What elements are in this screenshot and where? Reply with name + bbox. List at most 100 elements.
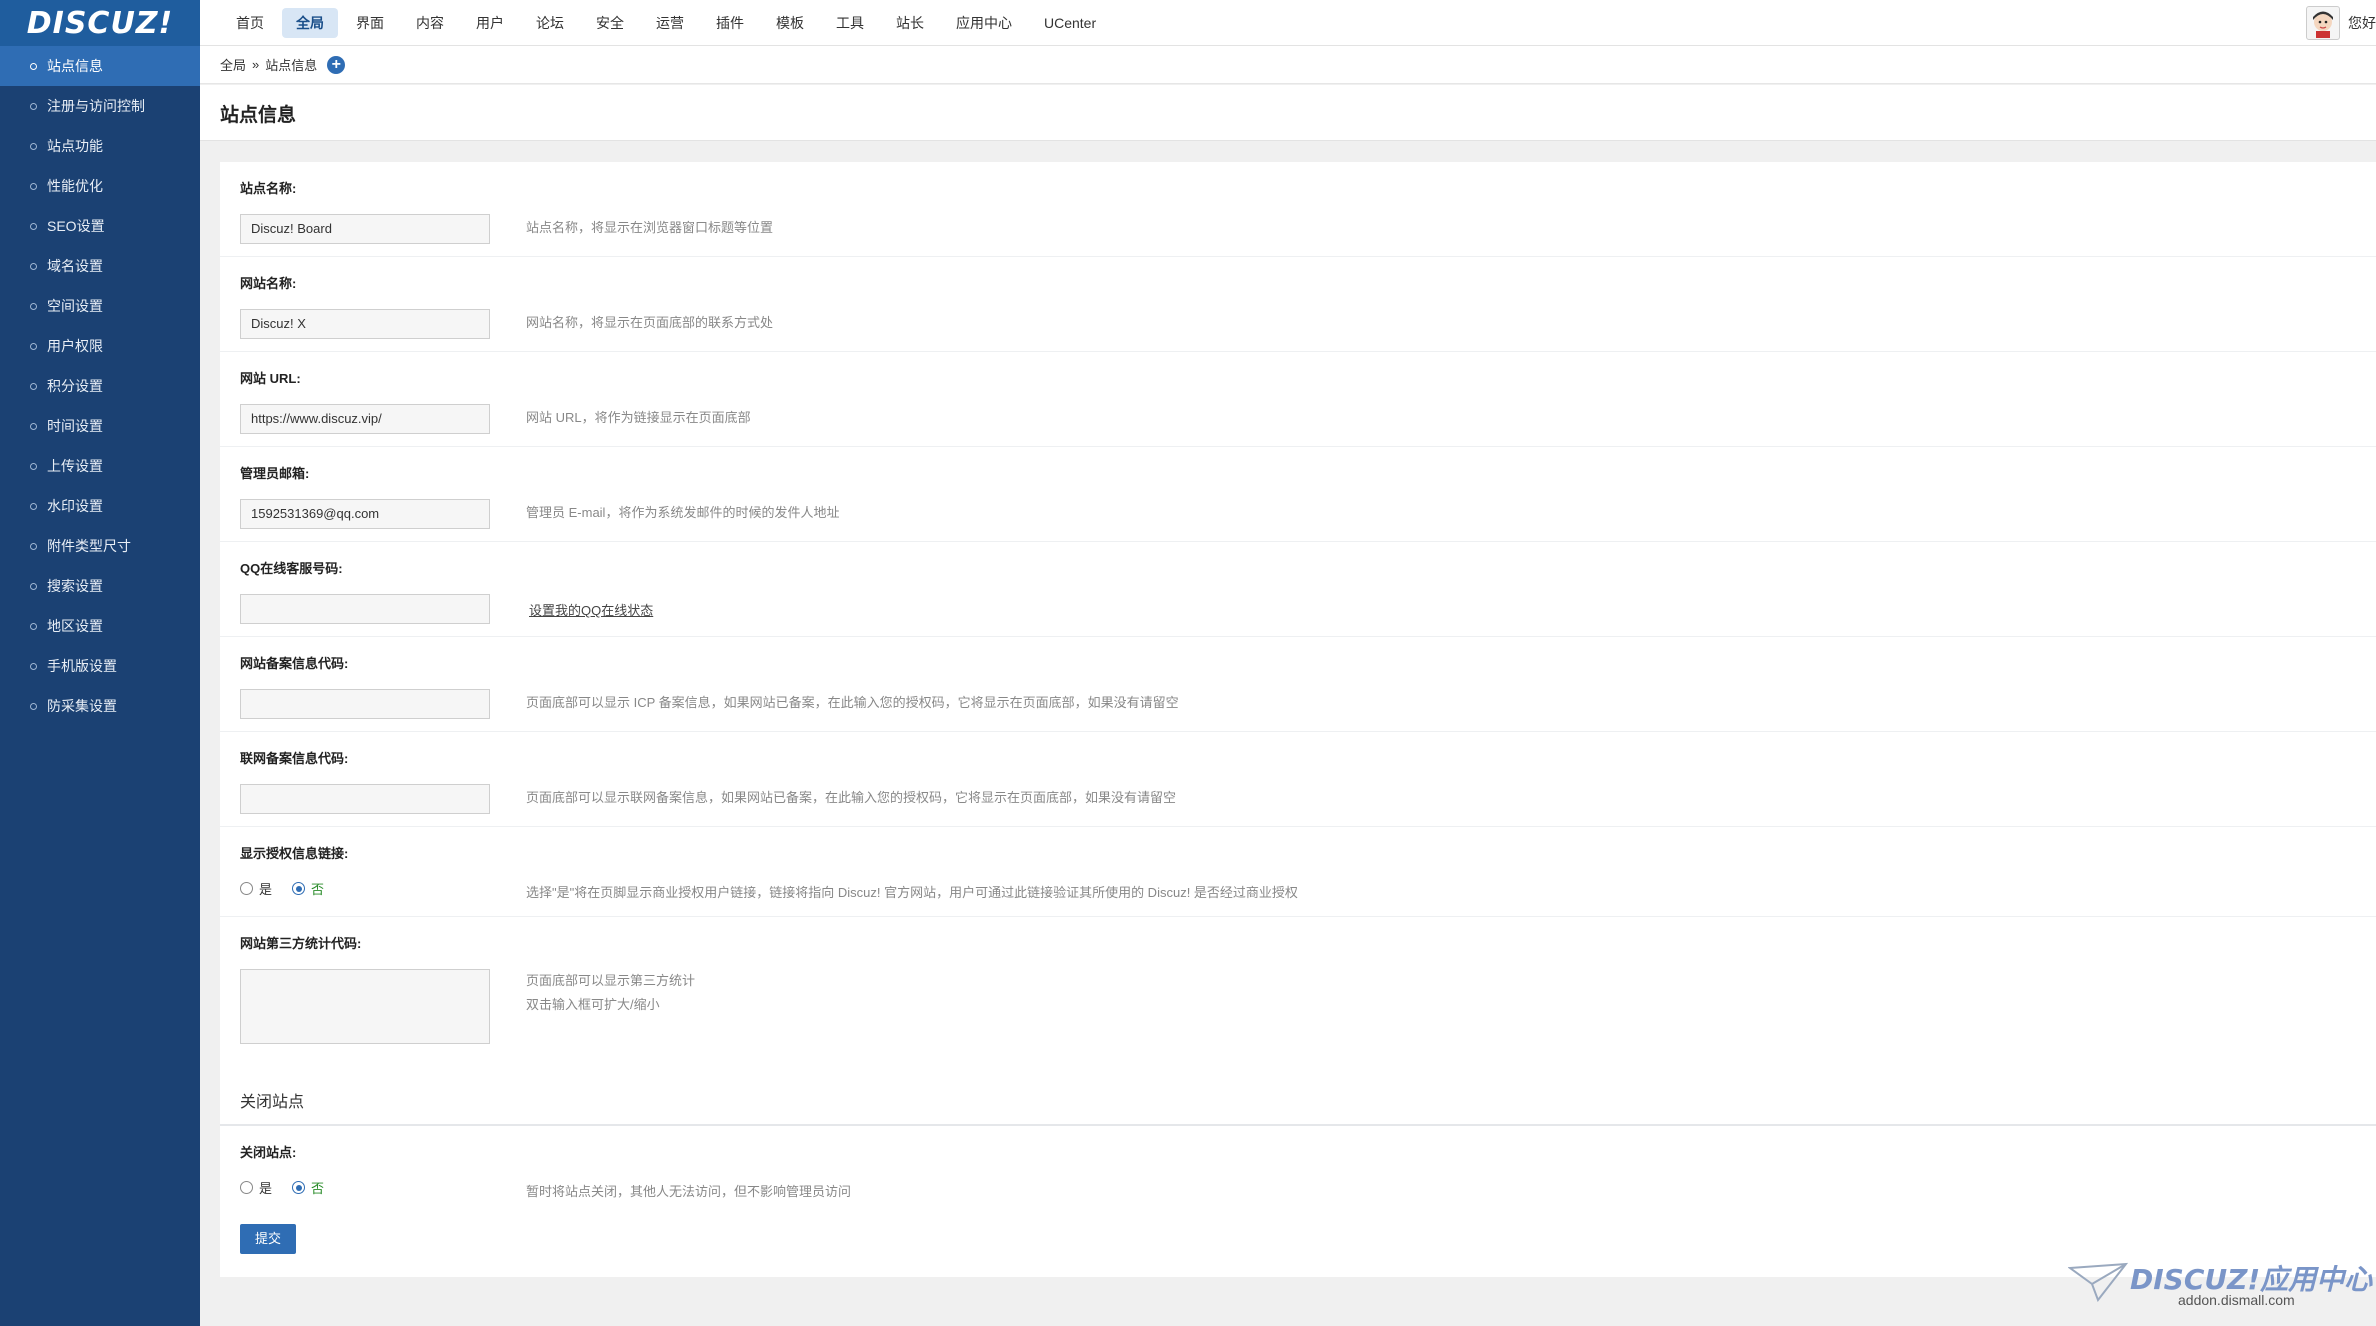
- sidebar-item-anti-scrape[interactable]: 防采集设置: [0, 686, 200, 726]
- field-label: 管理员邮箱:: [240, 466, 310, 481]
- stat-code-textarea[interactable]: [240, 969, 490, 1044]
- sidebar-item-upload[interactable]: 上传设置: [0, 446, 200, 486]
- field-description: 管理员 E-mail，将作为系统发邮件的时候的发件人地址: [526, 505, 840, 520]
- sidebar-item-region[interactable]: 地区设置: [0, 606, 200, 646]
- nav-item-tools[interactable]: 工具: [822, 8, 878, 38]
- qq-status-link[interactable]: 设置我的QQ在线状态: [529, 600, 653, 619]
- nav-item-security[interactable]: 安全: [582, 8, 638, 38]
- radio-label-yes[interactable]: 是: [259, 1178, 272, 1197]
- nav-item-admin[interactable]: 站长: [882, 8, 938, 38]
- breadcrumb-current: 站点信息: [265, 58, 318, 73]
- nav-item-template[interactable]: 模板: [762, 8, 818, 38]
- nav-item-content[interactable]: 内容: [402, 8, 458, 38]
- form-row-admin-email: 管理员邮箱: 1592531369@qq.com 管理员 E-mail，将作为系…: [220, 447, 2376, 542]
- bullet-icon: [30, 102, 37, 110]
- discuz-logo[interactable]: DISCUZ!: [0, 0, 200, 46]
- sidebar-item-label: 空间设置: [47, 298, 103, 314]
- close-site-section-header: 关闭站点: [220, 1072, 2376, 1126]
- license-link-no-radio[interactable]: [292, 882, 306, 895]
- sidebar-item-domain[interactable]: 域名设置: [0, 246, 200, 286]
- nav-item-plugin[interactable]: 插件: [702, 8, 758, 38]
- field-description: 网站名称，将显示在页面底部的联系方式处: [526, 315, 774, 330]
- radio-label-no[interactable]: 否: [311, 1178, 324, 1197]
- form-row-stat-code: 网站第三方统计代码: 页面底部可以显示第三方统计 双击输入框可扩大/缩小: [220, 917, 2376, 1072]
- field-description: 网站 URL，将作为链接显示在页面底部: [526, 410, 751, 425]
- site-name-input[interactable]: Discuz! Board: [240, 214, 490, 244]
- nav-item-ui[interactable]: 界面: [342, 8, 398, 38]
- bullet-icon: [30, 382, 37, 390]
- sidebar-item-permissions[interactable]: 用户权限: [0, 326, 200, 366]
- bullet-icon: [30, 422, 37, 430]
- radio-label-yes[interactable]: 是: [259, 879, 272, 898]
- admin-email-input[interactable]: 1592531369@qq.com: [240, 499, 490, 529]
- nav-item-global[interactable]: 全局: [282, 8, 338, 38]
- web-name-input[interactable]: Discuz! X: [240, 309, 490, 339]
- top-nav: 首页 全局 界面 内容 用户 论坛 安全 运营 插件 模板 工具 站长 应用中心…: [222, 8, 1110, 38]
- discuz-app-center-watermark: DISCUZ!应用中心 addon.dismall.com: [2068, 1258, 2372, 1308]
- watermark-url: addon.dismall.com: [2178, 1292, 2295, 1308]
- field-label: 关闭站点:: [240, 1145, 297, 1160]
- nav-item-ucenter[interactable]: UCenter: [1030, 8, 1110, 38]
- avatar[interactable]: [2306, 6, 2340, 40]
- bullet-icon: [30, 302, 37, 310]
- sidebar-item-label: 防采集设置: [47, 698, 117, 714]
- form-row-site-name: 站点名称: Discuz! Board 站点名称，将显示在浏览器窗口标题等位置: [220, 162, 2376, 257]
- sidebar: 站点信息 注册与访问控制 站点功能 性能优化 SEO设置 域名设置 空间设置 用…: [0, 46, 200, 1326]
- field-description: 页面底部可以显示第三方统计: [526, 973, 696, 988]
- qq-input[interactable]: [240, 594, 490, 624]
- field-label: 网站名称:: [240, 276, 297, 291]
- sidebar-item-attachment-types[interactable]: 附件类型尺寸: [0, 526, 200, 566]
- sidebar-item-credits[interactable]: 积分设置: [0, 366, 200, 406]
- sidebar-item-label: 水印设置: [47, 498, 103, 514]
- bullet-icon: [30, 622, 37, 630]
- nav-item-user[interactable]: 用户: [462, 8, 518, 38]
- close-site-no-radio[interactable]: [292, 1181, 306, 1194]
- sidebar-item-register[interactable]: 注册与访问控制: [0, 86, 200, 126]
- bullet-icon: [30, 222, 37, 230]
- nav-item-app-center[interactable]: 应用中心: [942, 8, 1026, 38]
- form-row-license-link: 显示授权信息链接: 是 否 选择"是"将在页脚显示商业授权用户链接，链接将指向 …: [220, 827, 2376, 917]
- user-greeting[interactable]: 您好: [2348, 13, 2376, 33]
- sidebar-item-mobile[interactable]: 手机版设置: [0, 646, 200, 686]
- user-avatar-icon: [2313, 11, 2333, 38]
- bullet-icon: [30, 182, 37, 190]
- nav-item-forum[interactable]: 论坛: [522, 8, 578, 38]
- field-description: 页面底部可以显示 ICP 备案信息，如果网站已备案，在此输入您的授权码，它将显示…: [526, 695, 1179, 710]
- bullet-icon: [30, 702, 37, 710]
- sidebar-item-time[interactable]: 时间设置: [0, 406, 200, 446]
- form-row-web-name: 网站名称: Discuz! X 网站名称，将显示在页面底部的联系方式处: [220, 257, 2376, 352]
- sidebar-item-label: 时间设置: [47, 418, 103, 434]
- mps-input[interactable]: [240, 784, 490, 814]
- sidebar-item-seo[interactable]: SEO设置: [0, 206, 200, 246]
- add-shortcut-plus-icon[interactable]: +: [327, 55, 346, 74]
- radio-label-no[interactable]: 否: [311, 879, 324, 898]
- sidebar-item-site-info[interactable]: 站点信息: [0, 46, 200, 86]
- title-bar: 站点信息: [200, 85, 2376, 141]
- nav-item-operation[interactable]: 运营: [642, 8, 698, 38]
- bullet-icon: [30, 262, 37, 270]
- form-row-close-site: 关闭站点: 是 否 暂时将站点关闭，其他人无法访问，但不影响管理员访问: [220, 1126, 2376, 1216]
- field-label: 网站第三方统计代码:: [240, 936, 362, 951]
- sidebar-item-site-features[interactable]: 站点功能: [0, 126, 200, 166]
- sidebar-item-performance[interactable]: 性能优化: [0, 166, 200, 206]
- bullet-icon: [30, 342, 37, 350]
- site-url-input[interactable]: https://www.discuz.vip/: [240, 404, 490, 434]
- sidebar-item-watermark[interactable]: 水印设置: [0, 486, 200, 526]
- bullet-icon: [30, 542, 37, 550]
- sidebar-item-space[interactable]: 空间设置: [0, 286, 200, 326]
- field-label: 显示授权信息链接:: [240, 846, 349, 861]
- bullet-icon: [30, 142, 37, 150]
- icp-input[interactable]: [240, 689, 490, 719]
- sidebar-item-search[interactable]: 搜索设置: [0, 566, 200, 606]
- logo-text: DISCUZ!: [26, 5, 174, 41]
- breadcrumb-separator: »: [252, 57, 260, 72]
- license-link-yes-radio[interactable]: [240, 882, 253, 895]
- breadcrumb-root[interactable]: 全局: [220, 55, 246, 74]
- sidebar-item-label: 上传设置: [47, 458, 103, 474]
- top-bar: DISCUZ! 首页 全局 界面 内容 用户 论坛 安全 运营 插件 模板 工具…: [0, 0, 2376, 46]
- field-description: 站点名称，将显示在浏览器窗口标题等位置: [526, 220, 774, 235]
- form-row-mps: 联网备案信息代码: 页面底部可以显示联网备案信息，如果网站已备案，在此输入您的授…: [220, 732, 2376, 827]
- close-site-yes-radio[interactable]: [240, 1181, 253, 1194]
- submit-button[interactable]: 提交: [240, 1224, 296, 1254]
- nav-item-home[interactable]: 首页: [222, 8, 278, 38]
